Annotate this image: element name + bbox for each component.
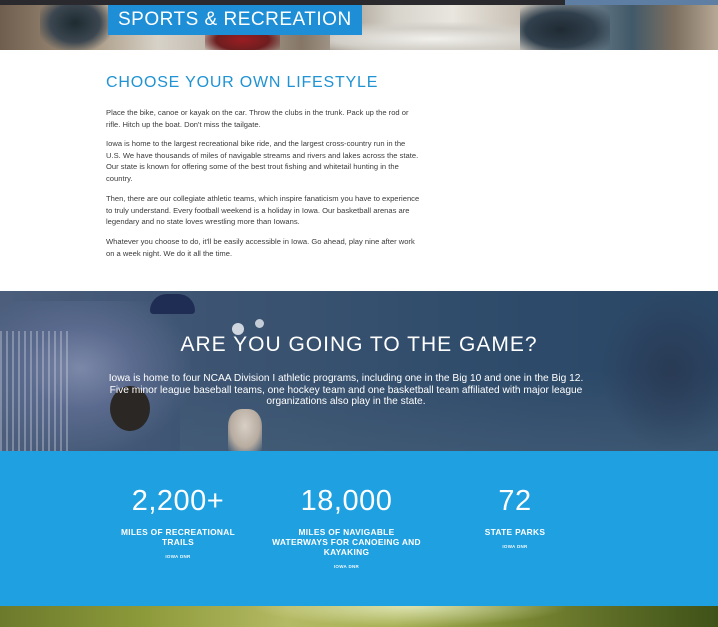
kayaker-right-image (520, 5, 610, 50)
stat-number: 72 (498, 485, 532, 517)
lifestyle-heading: CHOOSE YOUR OWN LIFESTYLE (106, 74, 379, 91)
lifestyle-paragraph: Then, there are our collegiate athletic … (106, 194, 420, 226)
lifestyle-paragraph: Iowa is home to the largest recreational… (106, 139, 419, 183)
lifestyle-paragraph: Whatever you choose to do, it'll be easi… (106, 237, 415, 258)
stat-label: MILES OF RECREATIONAL TRAILS (120, 527, 236, 547)
stats-section: 2,200+ MILES OF RECREATIONAL TRAILS IOWA… (0, 451, 718, 606)
kayaker-left-image (40, 5, 110, 50)
lifestyle-section: CHOOSE YOUR OWN LIFESTYLE Place the bike… (0, 50, 718, 291)
stat-source: IOWA DNR (502, 544, 528, 549)
baseball-image (255, 319, 264, 328)
stat-source: IOWA DNR (333, 564, 360, 569)
pitcher-cap (150, 294, 195, 314)
section-title-badge: SPORTS & RECREATION (108, 5, 362, 35)
golf-course-glare (250, 606, 570, 627)
stat-trails: 2,200+ MILES OF RECREATIONAL TRAILS IOWA… (110, 483, 246, 559)
stat-waterways: 18,000 MILES OF NAVIGABLE WATERWAYS FOR … (270, 483, 423, 569)
stat-source: IOWA DNR (165, 554, 191, 559)
game-description: Iowa is home to four NCAA Division I ath… (108, 373, 584, 407)
lifestyle-paragraph: Place the bike, canoe or kayak on the ca… (106, 108, 409, 129)
hero-banner: SPORTS & RECREATION (0, 0, 718, 50)
stat-number: 2,200+ (131, 485, 225, 517)
umpire-image (228, 409, 262, 451)
stat-label: MILES OF NAVIGABLE WATERWAYS FOR CANOEIN… (272, 527, 421, 557)
batter-image (600, 291, 718, 451)
stat-label: STATE PARKS (484, 527, 546, 537)
game-heading: ARE YOU GOING TO THE GAME? (180, 333, 538, 356)
game-section: ARE YOU GOING TO THE GAME? Iowa is home … (0, 291, 718, 451)
stat-state-parks: 72 STATE PARKS IOWA DNR (458, 483, 572, 549)
golf-course-banner (0, 606, 718, 627)
stat-number: 18,000 (300, 485, 393, 517)
